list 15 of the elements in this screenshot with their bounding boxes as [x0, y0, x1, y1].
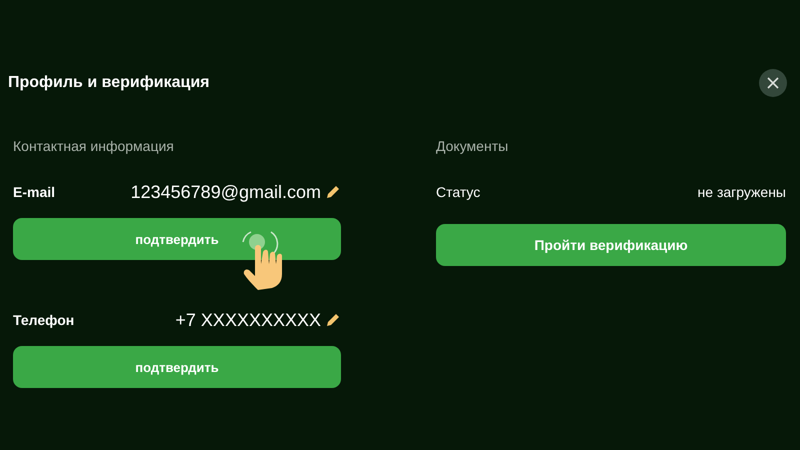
verify-button[interactable]: Пройти верификацию: [436, 224, 786, 266]
status-label: Статус: [436, 184, 480, 200]
pencil-icon[interactable]: [325, 184, 341, 200]
field-value: +7 XXXXXXXXXX: [175, 310, 321, 330]
field-value: 123456789@gmail.com: [130, 182, 321, 202]
close-button[interactable]: [759, 69, 787, 97]
dialog-title: Профиль и верификация: [8, 74, 210, 92]
field-label: Телефон: [13, 312, 74, 328]
status-value: не загружены: [698, 184, 786, 200]
close-icon: [767, 77, 779, 89]
section-heading: Контактная информация: [13, 138, 175, 156]
pencil-icon[interactable]: [325, 312, 341, 328]
confirm-button[interactable]: подтвердить: [13, 346, 341, 388]
field-label: E-mail: [13, 184, 56, 200]
section-heading: Документы: [436, 138, 510, 156]
